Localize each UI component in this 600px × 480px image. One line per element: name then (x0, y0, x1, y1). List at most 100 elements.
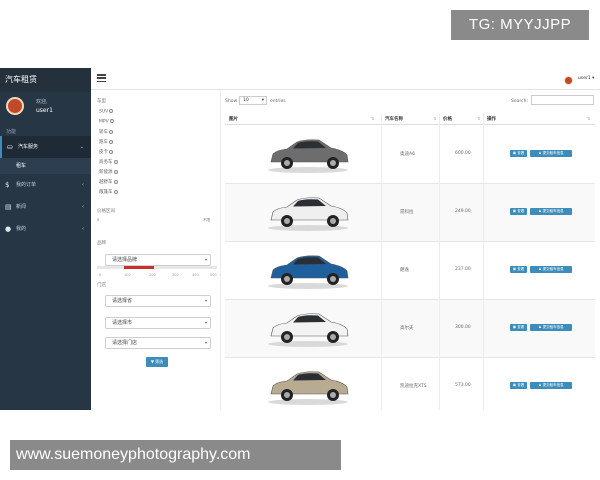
view-button[interactable]: ▣ 查看 (510, 382, 527, 389)
slider-min-label: 0 (97, 218, 100, 222)
chevron-down-icon: ⌄ (79, 144, 84, 150)
table-header: 图片 ⇅ 汽车名称 ⇅ 价格 ⇅ 操作 ⇅ (225, 114, 595, 125)
store-label: 门店 (97, 283, 106, 288)
view-button[interactable]: ▣ 查看 (510, 150, 527, 157)
show-label: Show (225, 99, 238, 104)
sidebar-item-mine[interactable]: ● 我的 ‹ (0, 218, 91, 240)
slider-tick: 100 (124, 273, 131, 277)
user-panel: 欢迎, user1 (0, 92, 91, 126)
brand-select[interactable]: 请选择品牌 ▾ (105, 254, 211, 266)
car-name: 奥迪A6 (400, 152, 415, 157)
sidebar-item-label: 我的订单 (16, 182, 37, 188)
filter-icon: ▼ (150, 359, 154, 364)
sidebar-item-label: 汽车服务 (18, 144, 39, 150)
view-button[interactable]: ▣ 查看 (510, 266, 527, 273)
chevron-left-icon: ‹ (82, 226, 84, 232)
type-label: 车型 (97, 99, 106, 104)
chevron-down-icon: ▾ (204, 340, 207, 345)
column-header-actions[interactable]: 操作 (487, 116, 496, 122)
slider-tick: 300 (172, 273, 179, 277)
car-name: 凯迪拉克XTS (400, 384, 427, 389)
avatar (6, 97, 24, 115)
slider-tick: 500 (210, 273, 217, 277)
price-range-label: 价格区间 (97, 209, 115, 214)
type-checkbox[interactable]: SUV (99, 109, 114, 115)
submit-rental-button[interactable]: ♟ 提交租车信息 (530, 208, 572, 215)
table-row: 奥迪A6 600.00 ▣ 查看 ♟ 提交租车信息 (225, 126, 595, 184)
type-checkbox[interactable]: 越野车 (99, 179, 118, 185)
app-brand[interactable]: 汽车租赁 (0, 68, 91, 92)
submit-rental-button[interactable]: ♟ 提交租车信息 (530, 382, 572, 389)
username: user1 (36, 107, 53, 114)
table-row: 高尔夫 300.00 ▣ 查看 ♟ 提交租车信息 (225, 300, 595, 358)
slider-max-label: 不限 (203, 218, 210, 222)
car-icon: ⛀ (7, 143, 13, 151)
car-price: 300.00 (455, 325, 471, 330)
news-icon: ▤ (5, 203, 12, 211)
price-slider-track[interactable] (97, 266, 217, 269)
car-image (268, 313, 349, 347)
sidebar-item-label: 我的 (16, 226, 27, 232)
type-checkbox[interactable]: 轿车 (99, 129, 113, 135)
car-list-panel: Show 10 ▾ entries Search: 图片 ⇅ 汽车名称 ⇅ 价格 … (221, 90, 600, 410)
type-checkbox[interactable]: 新能源 (99, 169, 118, 175)
top-bar (91, 68, 600, 90)
city-select[interactable]: 请选择市 ▾ (105, 317, 211, 329)
submit-rental-button[interactable]: ♟ 提交租车信息 (530, 266, 572, 273)
submit-rental-button[interactable]: ♟ 提交租车信息 (530, 150, 572, 157)
welcome-text: 欢迎, (36, 99, 48, 105)
submit-rental-button[interactable]: ♟ 提交租车信息 (530, 324, 572, 331)
car-price: 573.00 (455, 383, 471, 388)
column-header-image[interactable]: 图片 (229, 116, 238, 122)
column-header-price[interactable]: 价格 (443, 116, 452, 122)
type-checkbox[interactable]: MPV (99, 119, 114, 125)
app-window: 汽车租赁 欢迎, user1 功能 ⛀ 汽车服务 ⌄ 租车 $ 我的订单 ‹ ▤… (0, 68, 600, 410)
sidebar-item-news[interactable]: ▤ 新闻 ‹ (0, 196, 91, 218)
sidebar: 汽车租赁 欢迎, user1 功能 ⛀ 汽车服务 ⌄ 租车 $ 我的订单 ‹ ▤… (0, 68, 91, 410)
sort-icon[interactable]: ⇅ (433, 116, 436, 121)
sidebar-item-label: 新闻 (16, 204, 27, 210)
sort-icon[interactable]: ⇅ (587, 116, 590, 121)
chevron-down-icon: ▾ (204, 298, 207, 303)
table-row: 昂科拉 249.00 ▣ 查看 ♟ 提交租车信息 (225, 184, 595, 242)
entries-label: entries (270, 99, 286, 104)
slider-tick: 0 (99, 273, 102, 277)
chevron-down-icon: ▾ (204, 320, 207, 325)
page-size-select[interactable]: 10 ▾ (239, 96, 267, 105)
search-input[interactable] (531, 95, 594, 105)
watermark-website: www.suemoneyphotography.com (10, 440, 341, 470)
sort-icon[interactable]: ⇅ (477, 116, 480, 121)
sidebar-item-car-service[interactable]: ⛀ 汽车服务 ⌄ (0, 136, 91, 158)
type-checkbox[interactable]: 跑车 (99, 139, 113, 145)
slider-tick: 200 (149, 273, 156, 277)
table-row: 凯迪拉克XTS 573.00 ▣ 查看 ♟ 提交租车信息 (225, 358, 595, 410)
table-row: 朗逸 237.00 ▣ 查看 ♟ 提交租车信息 (225, 242, 595, 300)
sort-icon[interactable]: ⇅ (371, 116, 374, 121)
car-image (268, 139, 349, 173)
type-checkbox[interactable]: 敞篷车 (99, 189, 118, 195)
car-image (268, 255, 349, 289)
type-checkbox[interactable]: 商务车 (99, 159, 118, 165)
column-divider (483, 114, 484, 410)
column-header-name[interactable]: 汽车名称 (385, 116, 403, 122)
car-image (268, 197, 349, 231)
sidebar-item-orders[interactable]: $ 我的订单 ‹ (0, 174, 91, 196)
car-name: 高尔夫 (400, 326, 414, 331)
car-price: 600.00 (455, 151, 471, 156)
chevron-left-icon: ‹ (82, 204, 84, 210)
view-button[interactable]: ▣ 查看 (510, 208, 527, 215)
column-divider (381, 114, 382, 410)
chevron-down-icon: ▾ (204, 257, 207, 262)
avatar[interactable] (564, 76, 573, 85)
brand-label: 品牌 (97, 241, 106, 246)
province-select[interactable]: 请选择省 ▾ (105, 295, 211, 307)
view-button[interactable]: ▣ 查看 (510, 324, 527, 331)
store-select[interactable]: 请选择门店 ▾ (105, 337, 211, 349)
menu-toggle-icon[interactable] (97, 74, 106, 83)
column-divider (439, 114, 440, 410)
user-menu[interactable]: user1 ▾ (578, 76, 594, 81)
type-checkbox[interactable]: 皮卡 (99, 149, 113, 155)
sidebar-subitem-rent[interactable]: 租车 (0, 158, 91, 174)
filter-button[interactable]: ▼ 筛选 (146, 357, 168, 367)
nav-section-label: 功能 (6, 129, 17, 135)
